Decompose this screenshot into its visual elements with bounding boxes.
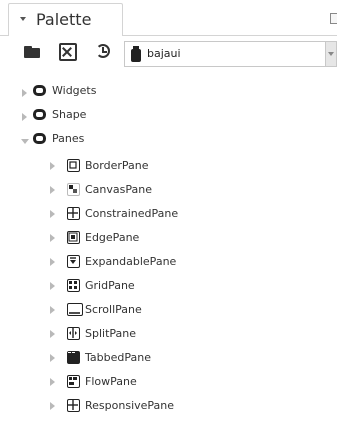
tree-node-label: Widgets	[52, 84, 97, 97]
tree-node-label: ScrollPane	[85, 303, 142, 316]
expand-arrow-icon[interactable]	[50, 210, 55, 218]
folder-icon	[33, 109, 46, 120]
expand-arrow-icon[interactable]	[50, 378, 55, 386]
tab-title: Palette	[36, 10, 92, 29]
open-folder-icon[interactable]	[24, 43, 42, 61]
tree-node-label: BorderPane	[85, 159, 149, 172]
tree-node-label: ConstrainedPane	[85, 207, 179, 220]
tree-node-canvaspane[interactable]: CanvasPane	[50, 182, 330, 206]
tree-node-splitpane[interactable]: SplitPane	[50, 326, 330, 350]
scroll-pane-icon	[67, 303, 83, 316]
flow-pane-icon	[67, 375, 80, 388]
responsive-pane-icon	[67, 399, 80, 412]
tree-node-label: TabbedPane	[85, 351, 151, 364]
tree-node-label: FlowPane	[85, 375, 137, 388]
palette-window: Palette bajaui Widgets Shape Panes Borde…	[0, 0, 337, 435]
tree-node-label: SplitPane	[85, 327, 137, 340]
collapse-arrow-icon[interactable]	[21, 139, 29, 144]
chevron-down-icon[interactable]	[20, 17, 26, 21]
tree-node-label: EdgePane	[85, 231, 140, 244]
constrained-pane-icon	[67, 207, 80, 220]
tree-node-borderpane[interactable]: BorderPane	[50, 158, 330, 182]
tree-node-label: Shape	[52, 108, 87, 121]
folder-icon	[33, 85, 46, 96]
tree-node-label: ExpandablePane	[85, 255, 177, 268]
module-select[interactable]: bajaui	[124, 41, 337, 67]
tree-node-gridpane[interactable]: GridPane	[50, 278, 330, 302]
chevron-down-icon	[328, 52, 334, 56]
expand-arrow-icon[interactable]	[50, 162, 55, 170]
edge-pane-icon	[67, 231, 80, 244]
expandable-pane-icon	[67, 255, 80, 268]
expand-arrow-icon[interactable]	[50, 234, 55, 242]
tab-strip: Palette	[0, 0, 337, 37]
tree-node-label: GridPane	[85, 279, 135, 292]
expand-arrow-icon[interactable]	[22, 89, 27, 97]
tree-node-flowpane[interactable]: FlowPane	[50, 374, 330, 398]
expand-arrow-icon[interactable]	[22, 113, 27, 121]
expand-arrow-icon[interactable]	[50, 258, 55, 266]
module-jar-icon	[131, 46, 141, 62]
dropdown-button[interactable]	[325, 42, 336, 66]
expand-arrow-icon[interactable]	[50, 186, 55, 194]
split-pane-icon	[67, 327, 80, 340]
tab-palette[interactable]: Palette	[8, 3, 123, 37]
tree-node-label: ResponsivePane	[85, 399, 175, 412]
canvas-pane-icon	[67, 183, 80, 196]
tree-node-panes[interactable]: Panes	[21, 131, 322, 155]
module-select-value: bajaui	[147, 47, 181, 60]
tree-node-constrainedpane[interactable]: ConstrainedPane	[50, 206, 330, 230]
tree-node-label: CanvasPane	[85, 183, 152, 196]
grid-pane-icon	[67, 279, 80, 292]
expand-arrow-icon[interactable]	[50, 354, 55, 362]
tree-node-edgepane[interactable]: EdgePane	[50, 230, 330, 254]
tree-node-widgets[interactable]: Widgets	[22, 83, 322, 107]
tree-node-shape[interactable]: Shape	[22, 107, 322, 131]
expand-arrow-icon[interactable]	[50, 282, 55, 290]
expand-arrow-icon[interactable]	[50, 306, 55, 314]
tree-node-scrollpane[interactable]: ScrollPane	[50, 302, 330, 326]
tree-node-label: Panes	[52, 132, 85, 145]
tree-node-expandablepane[interactable]: ExpandablePane	[50, 254, 330, 278]
close-palette-icon[interactable]	[59, 43, 77, 61]
tabbed-pane-icon	[67, 351, 80, 364]
tree-node-responsivepane[interactable]: ResponsivePane	[50, 398, 330, 422]
folder-icon	[33, 133, 46, 144]
restore-icon[interactable]	[330, 13, 337, 24]
palette-toolbar: bajaui	[0, 36, 337, 68]
expand-arrow-icon[interactable]	[50, 330, 55, 338]
history-icon[interactable]	[95, 43, 113, 61]
border-pane-icon	[67, 159, 80, 172]
tree-node-tabbedpane[interactable]: TabbedPane	[50, 350, 330, 374]
expand-arrow-icon[interactable]	[50, 402, 55, 410]
